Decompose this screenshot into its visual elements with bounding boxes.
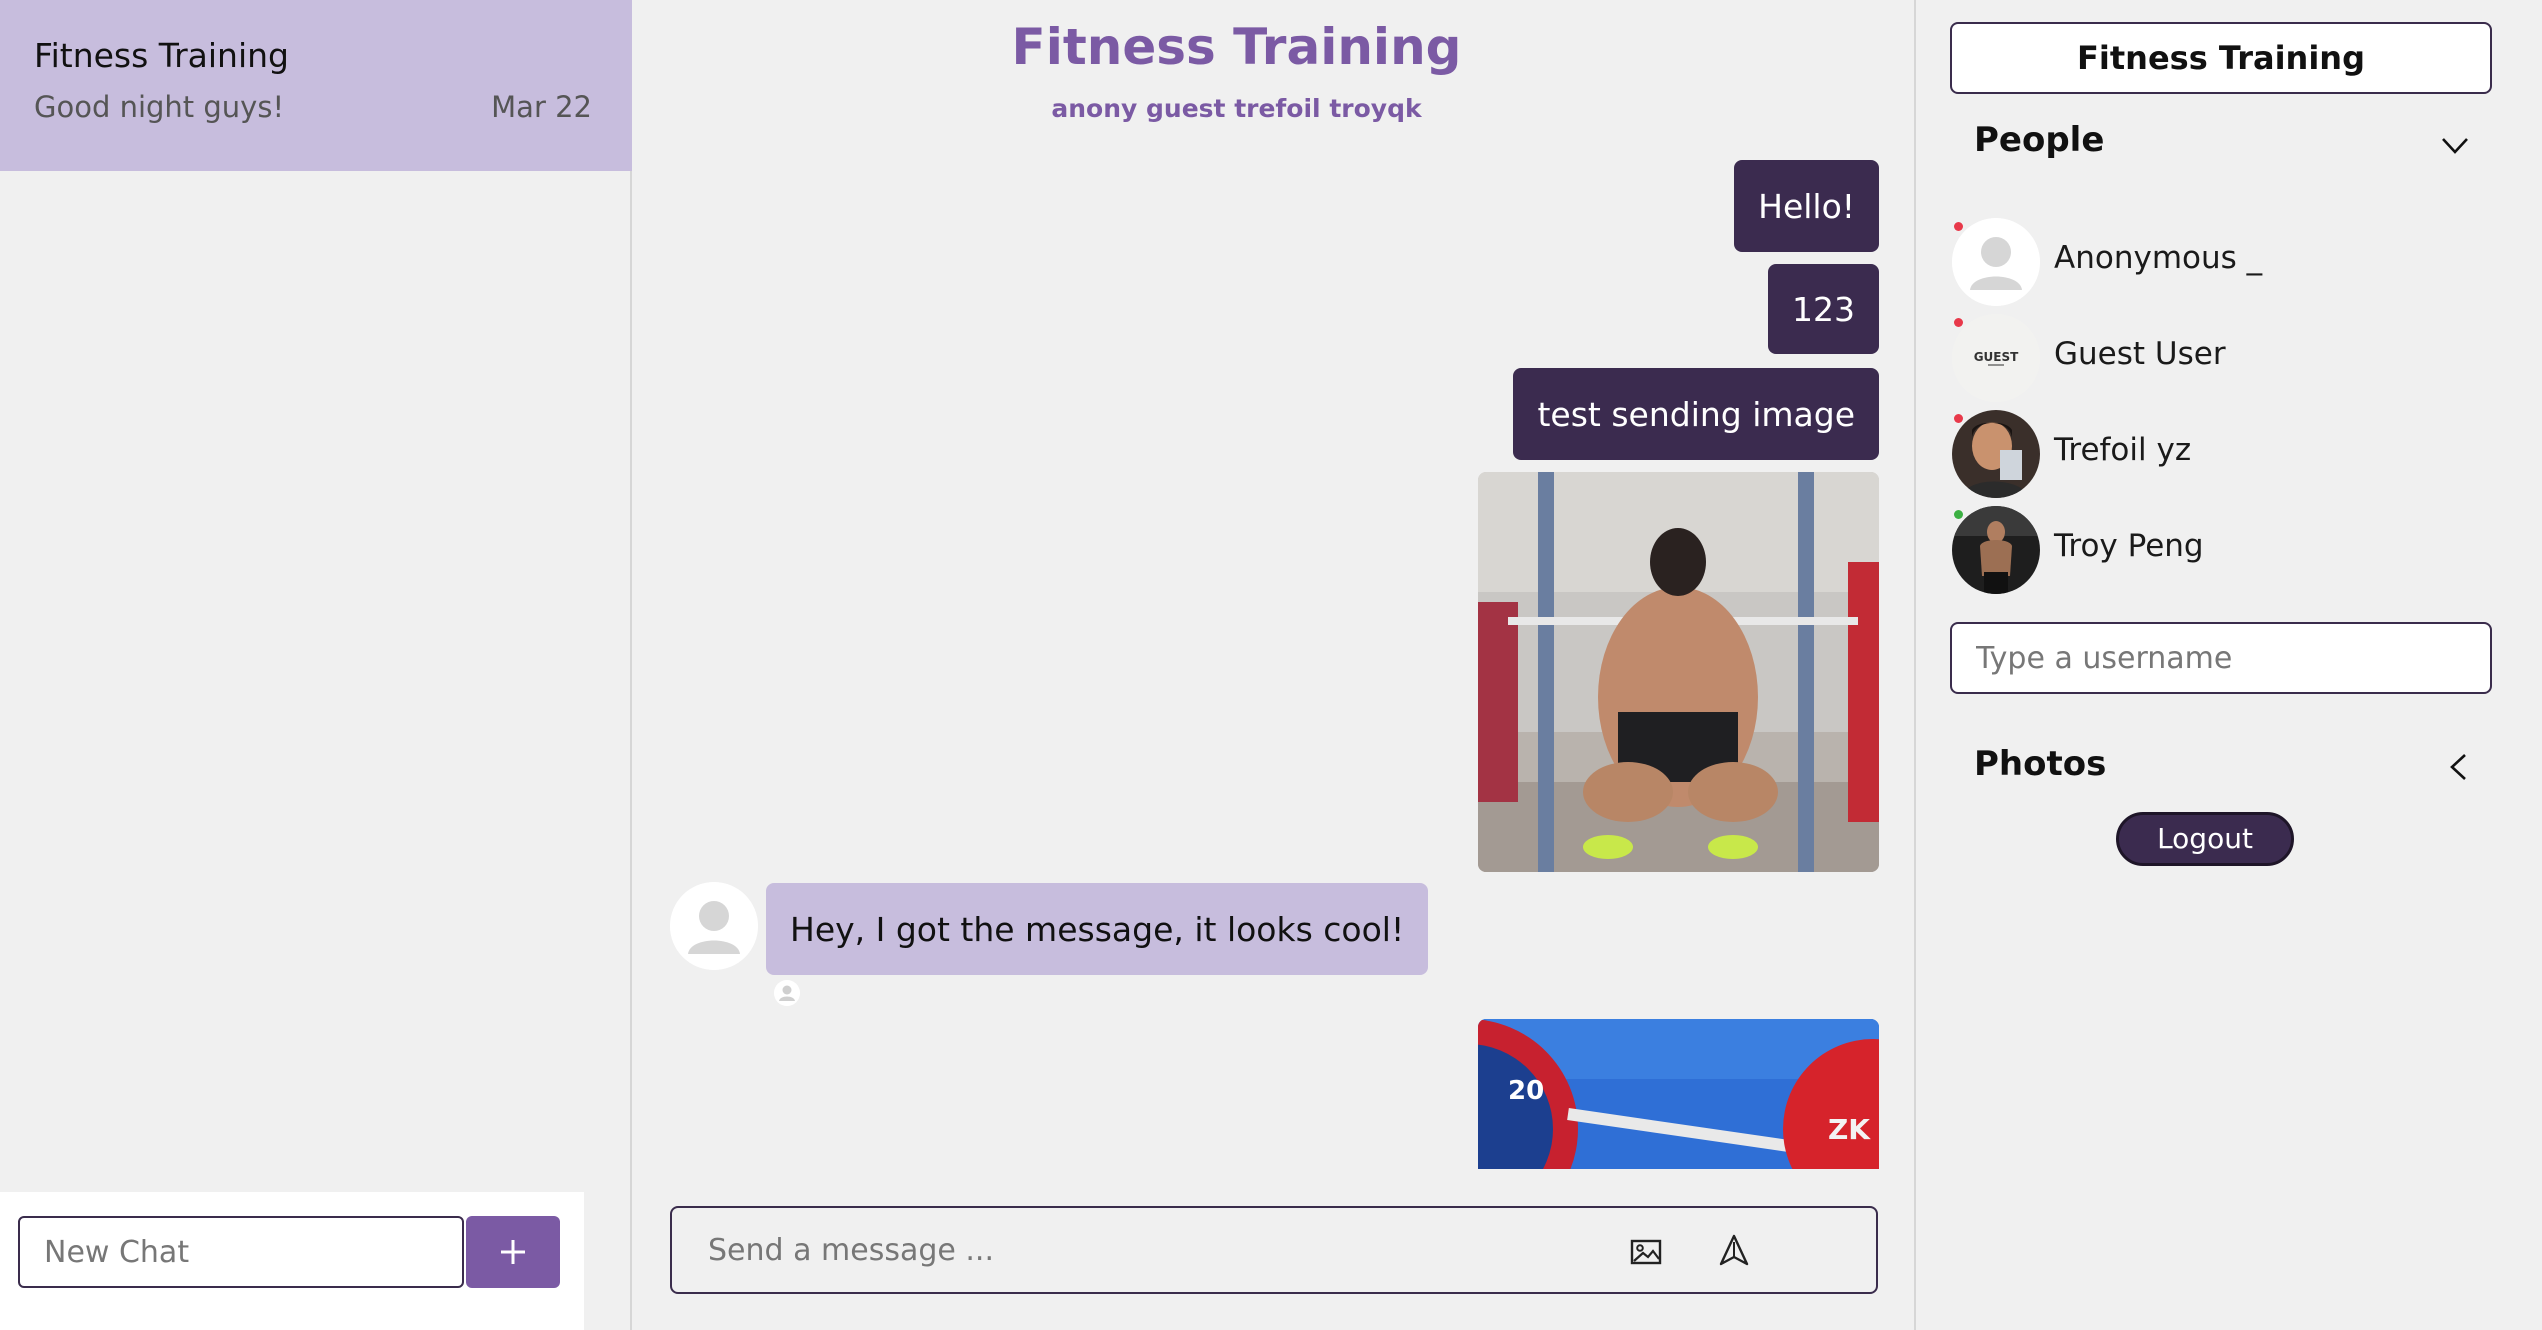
room-name-button[interactable]: Fitness Training	[1950, 22, 2492, 94]
person-row[interactable]: Trefoil yz	[1952, 410, 2492, 498]
image-message[interactable]	[1478, 472, 1879, 872]
user-photo	[1952, 506, 2040, 594]
chat-list-sidebar: Fitness Training Good night guys! Mar 22	[0, 0, 632, 1330]
outgoing-message: test sending image	[1513, 368, 1879, 460]
avatar: GUEST	[1952, 314, 2040, 402]
photos-heading: Photos	[1974, 744, 2107, 784]
avatar	[1952, 218, 2040, 306]
new-chat-input[interactable]	[18, 1216, 464, 1288]
chevron-left-icon[interactable]	[2444, 752, 2474, 782]
incoming-message: Hey, I got the message, it looks cool!	[766, 883, 1429, 975]
read-receipt-avatar	[774, 980, 800, 1006]
chat-item-preview: Good night guys!	[34, 90, 285, 124]
person-name: Guest User	[2054, 336, 2226, 372]
user-placeholder-icon	[670, 882, 758, 970]
username-input[interactable]	[1950, 622, 2492, 694]
image-icon[interactable]	[1628, 1234, 1664, 1270]
person-name: Troy Peng	[2054, 528, 2204, 564]
chat-members-line: anony guest trefoil troyqk	[1051, 94, 1422, 123]
status-dot	[1954, 222, 1963, 231]
person-name: Trefoil yz	[2054, 432, 2192, 468]
guest-avatar-text: GUEST	[1974, 350, 2019, 364]
barbell-photo: 20 ZK	[1478, 1019, 1879, 1169]
chat-item-title: Fitness Training	[34, 36, 289, 75]
sender-avatar[interactable]	[670, 882, 758, 970]
weightlifter-photo	[1478, 472, 1879, 872]
add-chat-button[interactable]	[466, 1216, 560, 1288]
person-row[interactable]: GUEST Guest User	[1952, 314, 2492, 402]
chat-item-date: Mar 22	[491, 90, 592, 124]
new-chat-bar	[0, 1192, 584, 1330]
send-icon[interactable]	[1716, 1232, 1752, 1268]
outgoing-message: Hello!	[1734, 160, 1879, 252]
chat-title: Fitness Training	[1011, 18, 1462, 76]
chat-panel: Fitness Training anony guest trefoil tro…	[634, 0, 1914, 1330]
chat-details-sidebar: Fitness Training People Anonymous _ GUES…	[1914, 0, 2542, 1330]
avatar	[1952, 506, 2040, 594]
person-row[interactable]: Troy Peng	[1952, 506, 2492, 594]
plus-icon	[501, 1240, 525, 1264]
outgoing-message: 123	[1768, 264, 1879, 354]
user-placeholder-icon	[774, 980, 800, 1006]
people-heading: People	[1974, 120, 2105, 160]
person-row[interactable]: Anonymous _	[1952, 218, 2492, 306]
user-placeholder-icon	[1952, 218, 2040, 306]
user-photo	[1952, 410, 2040, 498]
logout-button[interactable]: Logout	[2116, 812, 2294, 866]
avatar	[1952, 410, 2040, 498]
chevron-down-icon[interactable]	[2440, 130, 2470, 160]
status-dot	[1954, 510, 1963, 519]
message-input[interactable]	[708, 1224, 1588, 1276]
svg-text:20: 20	[1508, 1076, 1544, 1106]
image-message[interactable]: 20 ZK	[1478, 1019, 1879, 1169]
status-dot	[1954, 414, 1963, 423]
message-composer	[670, 1206, 1878, 1294]
person-name: Anonymous _	[2054, 240, 2263, 276]
svg-text:ZK: ZK	[1828, 1113, 1871, 1146]
status-dot	[1954, 318, 1963, 327]
chat-list-item[interactable]: Fitness Training Good night guys! Mar 22	[0, 0, 632, 171]
guest-avatar-icon: GUEST	[1952, 314, 2040, 402]
